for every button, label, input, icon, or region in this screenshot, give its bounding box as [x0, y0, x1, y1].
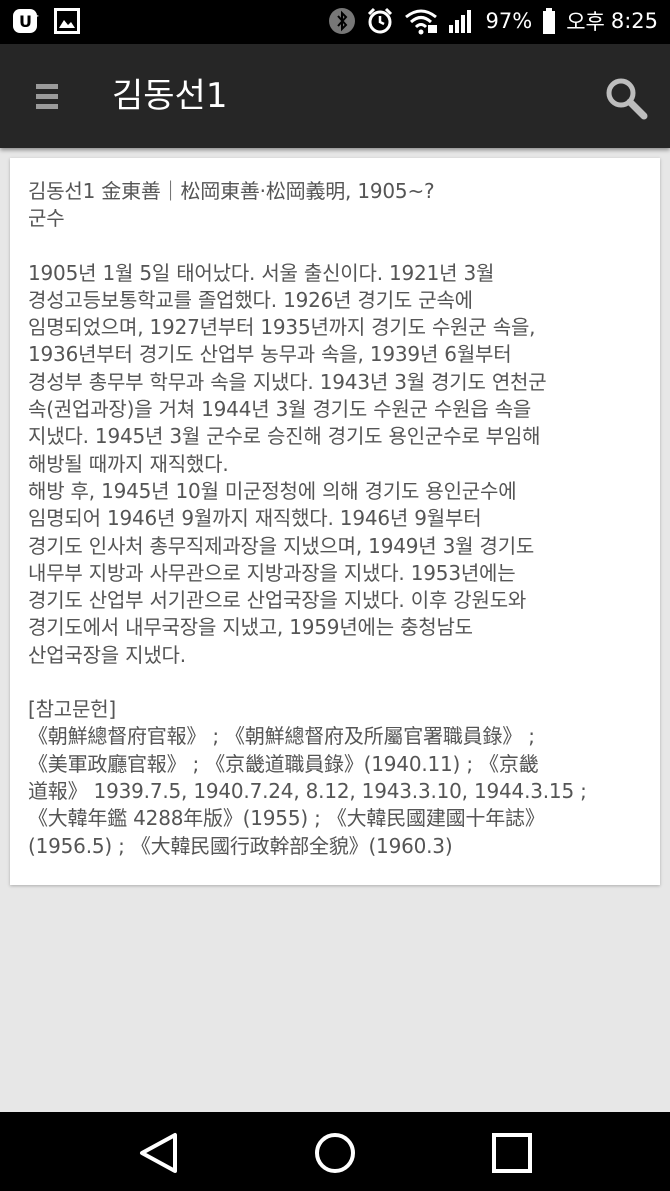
- alarm-icon: [367, 7, 392, 34]
- back-icon[interactable]: [137, 1132, 181, 1174]
- status-left: U +: [12, 7, 80, 35]
- signal-icon: [448, 10, 471, 33]
- entry-references: [참고문헌] 《朝鮮總督府官報》 ; 《朝鮮總督府及所屬官署職員錄》 ; 《美軍…: [28, 697, 587, 858]
- battery-icon: [543, 8, 556, 34]
- status-time: 8:25: [610, 9, 658, 33]
- wifi-icon: [404, 9, 437, 35]
- menu-icon[interactable]: [36, 84, 58, 110]
- entry-body: 1905년 1월 5일 태어났다. 서울 출신이다. 1921년 3월 경성고등…: [28, 260, 547, 667]
- status-right: 97% 오후 8:25: [328, 6, 658, 36]
- entry-content: 김동선1 金東善｜松岡東善·松岡義明, 1905~? 군수 1905년 1월 5…: [28, 178, 640, 860]
- svg-text:+: +: [31, 11, 39, 22]
- app-bar: 김동선1: [0, 44, 670, 148]
- bluetooth-icon: [328, 8, 355, 34]
- status-ampm: 오후: [566, 10, 605, 34]
- lg-uplus-icon: U +: [13, 9, 39, 33]
- status-bar: U + 97% 오후 8:25: [0, 0, 670, 44]
- nav-bar: [0, 1112, 670, 1191]
- entry-heading: 김동선1 金東善｜松岡東善·松岡義明, 1905~? 군수: [28, 179, 435, 231]
- battery-percent: 97%: [485, 9, 533, 33]
- recents-icon[interactable]: [490, 1132, 534, 1174]
- home-icon[interactable]: [313, 1132, 357, 1174]
- image-icon: [54, 8, 80, 34]
- search-icon[interactable]: [604, 76, 648, 120]
- entry-card: 김동선1 金東善｜松岡東善·松岡義明, 1905~? 군수 1905년 1월 5…: [10, 158, 660, 885]
- page-title: 김동선1: [112, 76, 228, 116]
